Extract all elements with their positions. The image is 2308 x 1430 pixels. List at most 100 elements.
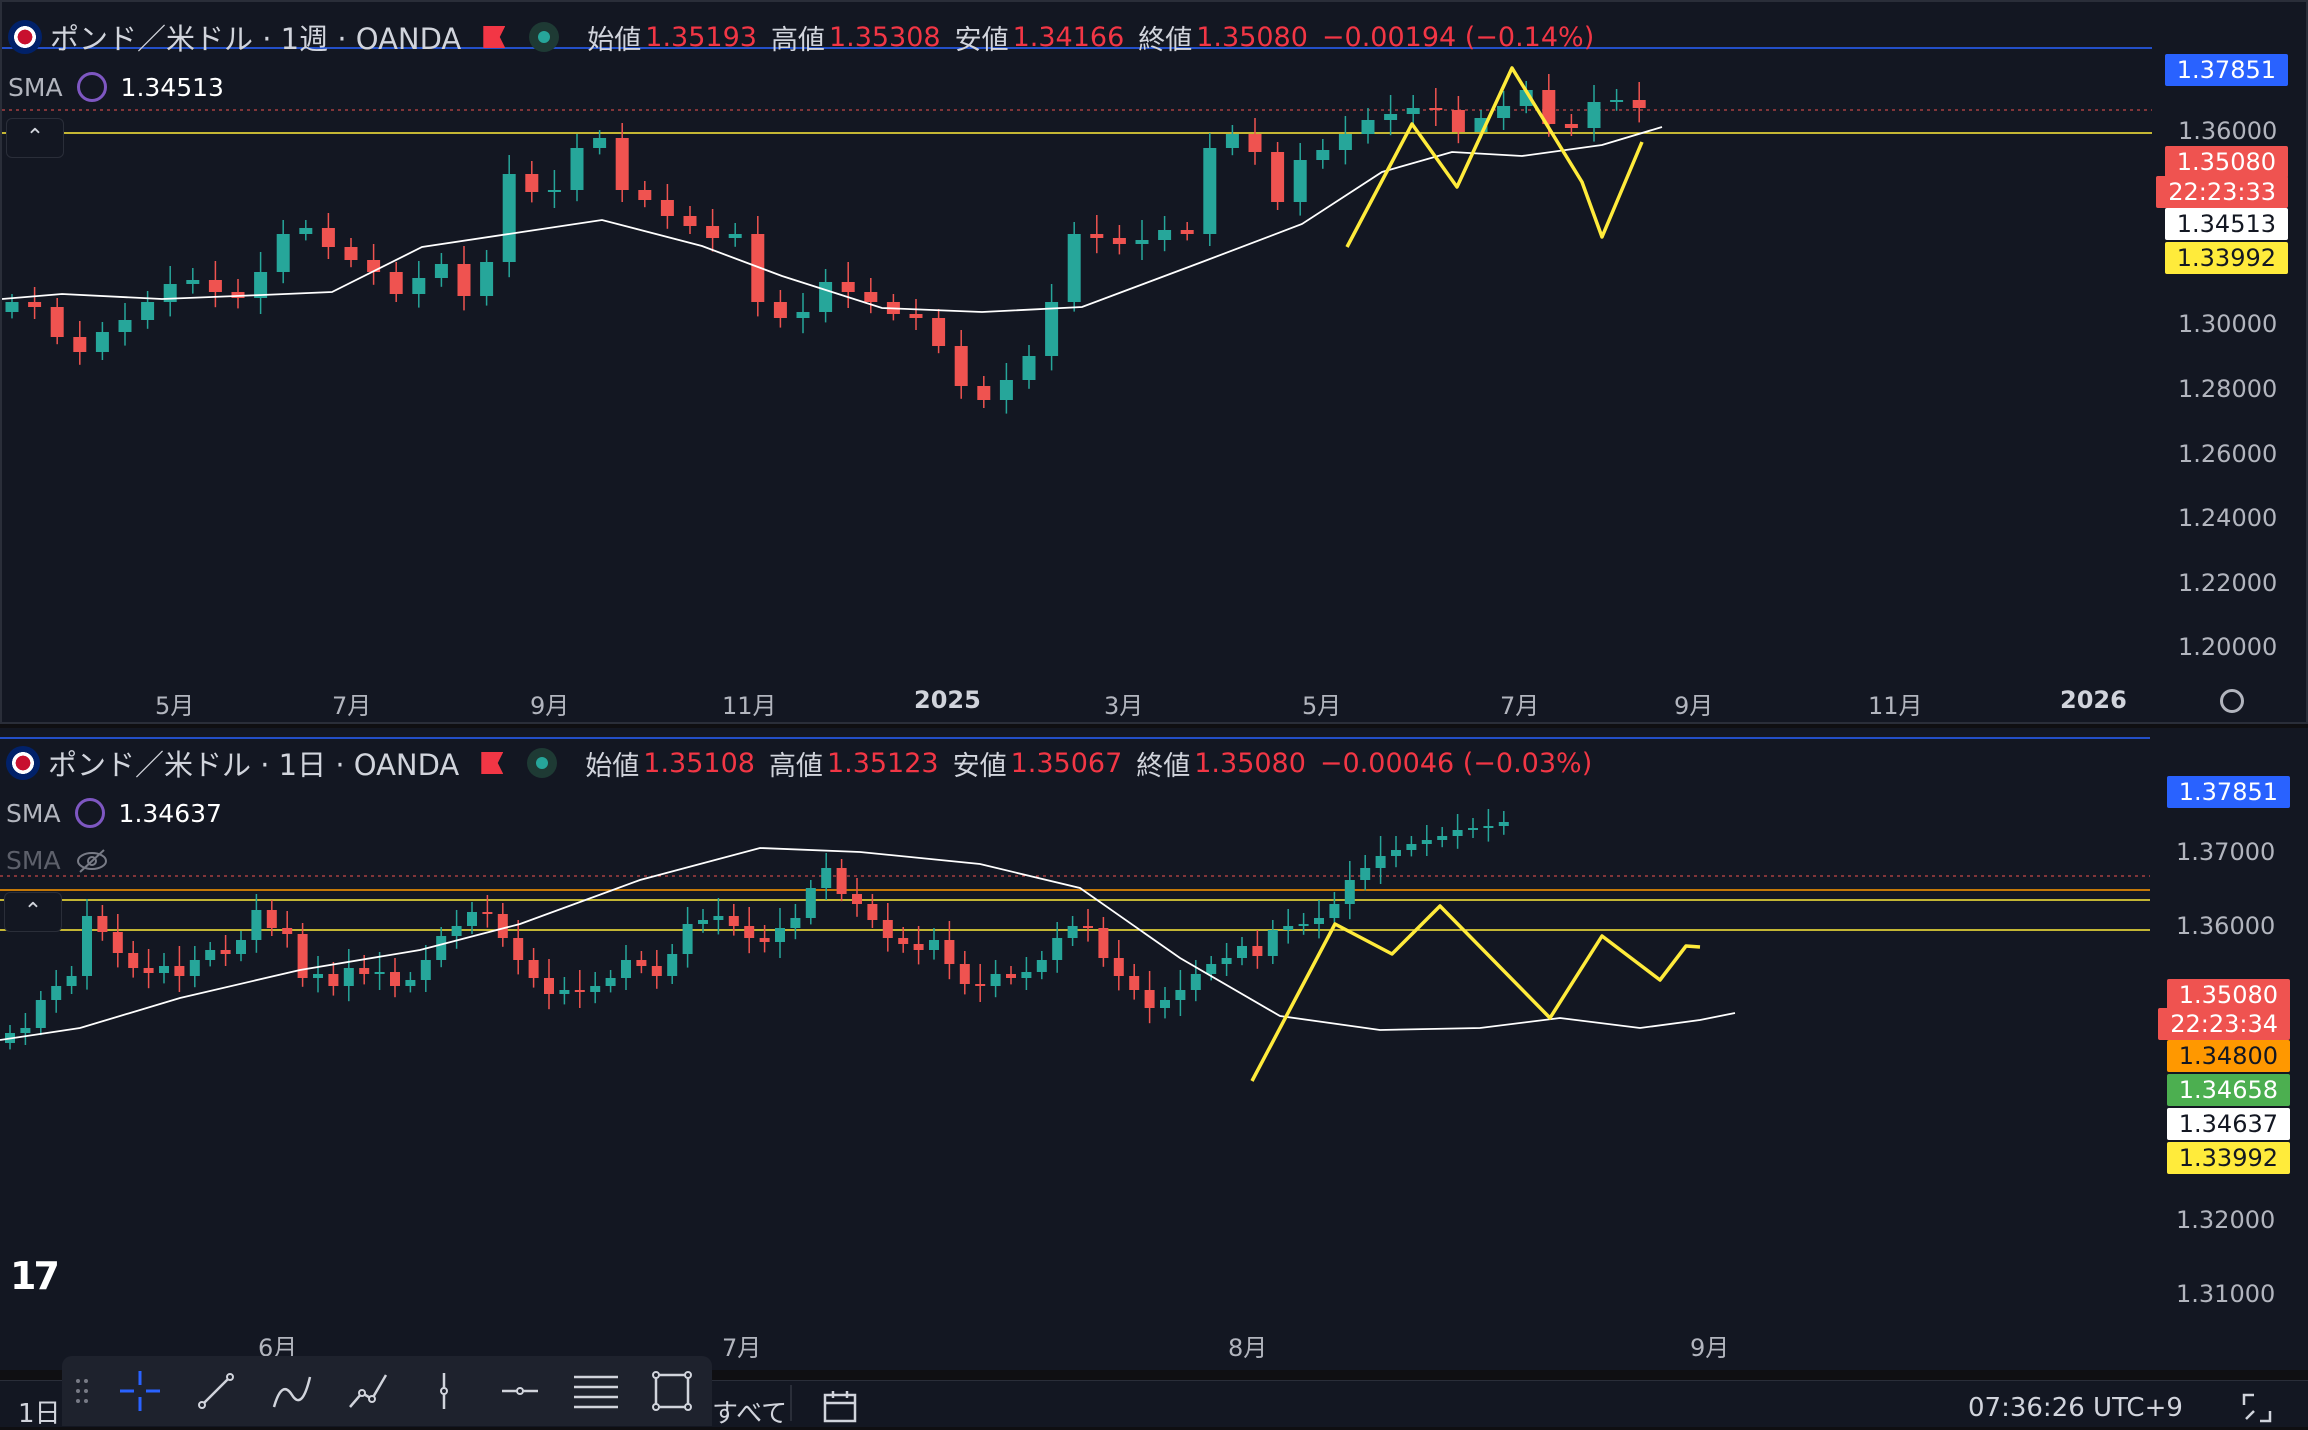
candle-body — [547, 190, 561, 192]
horizontal-ray-icon[interactable] — [482, 1361, 558, 1421]
candle-body — [544, 978, 554, 994]
sma-line — [0, 847, 1736, 1041]
candle-body — [1468, 828, 1478, 830]
weekly-sma-indicator[interactable]: SMA 1.34513 — [8, 72, 224, 102]
candle-body — [728, 234, 742, 238]
candle-body — [236, 940, 246, 954]
collapse-legend-button[interactable]: ⌃ — [4, 892, 62, 932]
open-label: 始値 — [585, 750, 640, 782]
candle-body — [1267, 930, 1278, 956]
eye-hidden-icon[interactable] — [75, 848, 109, 874]
collapse-legend-button[interactable]: ⌃ — [6, 118, 64, 158]
candle-body — [1452, 830, 1463, 836]
price-label-last: 1.35080 — [2164, 146, 2288, 178]
trend-line-icon[interactable] — [178, 1361, 254, 1421]
close-label: 終値 — [1138, 24, 1193, 56]
fullscreen-icon[interactable] — [2240, 1391, 2274, 1425]
candle-body — [773, 302, 787, 318]
divider — [790, 1385, 792, 1421]
candle-body — [1344, 880, 1355, 904]
weekly-symbol-title[interactable]: ポンド／米ドル · 1週 · OANDA — [50, 16, 461, 58]
drawing-toolbar[interactable] — [62, 1356, 712, 1426]
high-label: 高値 — [768, 750, 823, 782]
y-tick: 1.37000 — [2176, 838, 2276, 866]
x-tick: 9月 — [530, 692, 570, 720]
candle-body — [977, 386, 991, 400]
settings-icon[interactable] — [2220, 689, 2244, 713]
clock-display[interactable]: 07:36:26 UTC+9 — [1968, 1393, 2183, 1423]
weekly-price-chart[interactable] — [2, 2, 2308, 724]
candle-body — [159, 966, 169, 973]
x-tick: 8月 — [1228, 1334, 1268, 1362]
candle-body — [143, 968, 154, 973]
open-value: 1.35108 — [643, 747, 755, 779]
candle-body — [1052, 938, 1063, 960]
crosshair-icon[interactable] — [102, 1361, 178, 1421]
candle-body — [1360, 868, 1371, 880]
daily-sma-hidden-indicator[interactable]: SMA — [6, 846, 109, 875]
candle-body — [1067, 926, 1078, 938]
sma-label: SMA — [8, 72, 63, 102]
fib-icon[interactable] — [558, 1361, 634, 1421]
candle-body — [836, 868, 847, 894]
flag-marker-icon[interactable] — [483, 26, 506, 48]
range-all-button[interactable]: すべて — [712, 1393, 787, 1430]
price-label-sma: 1.34513 — [2164, 208, 2288, 240]
x-tick: 5月 — [1302, 692, 1342, 720]
candle-body — [954, 346, 968, 386]
candle-body — [412, 278, 426, 294]
weekly-chart-pane[interactable]: ポンド／米ドル · 1週 · OANDA 始値 1.35193 高値 1.35308… — [0, 0, 2308, 724]
vertical-line-icon[interactable] — [406, 1361, 482, 1421]
candle-body — [66, 976, 77, 986]
x-tick: 11月 — [722, 692, 777, 720]
candle-body — [1610, 100, 1624, 102]
candle-body — [1144, 990, 1155, 1008]
candle-body — [118, 320, 132, 332]
candle-body — [999, 380, 1013, 400]
candle-body — [1361, 120, 1375, 134]
y-tick: 1.32000 — [2176, 1206, 2276, 1234]
candle-body — [328, 974, 339, 986]
drag-handle-icon[interactable] — [62, 1361, 102, 1421]
candle-body — [959, 964, 970, 984]
curve-icon[interactable] — [254, 1361, 330, 1421]
daily-price-chart[interactable] — [0, 728, 2308, 1370]
candle-body — [50, 307, 64, 337]
candle-body — [389, 272, 403, 294]
candle-body — [95, 332, 109, 352]
low-label: 安値 — [954, 24, 1009, 56]
x-tick: 11月 — [1868, 692, 1923, 720]
candle-body — [343, 968, 354, 986]
candle-body — [867, 904, 878, 920]
x-tick: 9月 — [1674, 692, 1714, 720]
candle-body — [1338, 134, 1352, 150]
candle-body — [1098, 928, 1109, 958]
candle-body — [898, 938, 909, 944]
daily-chart-pane[interactable]: ポンド／米ドル · 1日 · OANDA 始値 1.35108 高値 1.35123… — [0, 728, 2308, 1370]
x-tick: 2026 — [2060, 686, 2127, 714]
candle-body — [525, 174, 539, 192]
candle-body — [605, 978, 616, 986]
daily-symbol-title[interactable]: ポンド／米ドル · 1日 · OANDA — [48, 742, 459, 784]
candle-body — [1406, 844, 1417, 850]
flag-marker-icon[interactable] — [481, 752, 504, 774]
high-value: 1.35123 — [826, 747, 939, 779]
calendar-goto-icon[interactable] — [822, 1389, 860, 1425]
price-label-blue-line: 1.37851 — [2166, 776, 2290, 808]
market-open-icon — [529, 22, 560, 52]
gbp-usd-flag-icon — [6, 746, 40, 780]
candle-body — [796, 312, 810, 318]
path-icon[interactable] — [330, 1361, 406, 1421]
candle-body — [20, 1028, 31, 1033]
candle-body — [1113, 958, 1124, 976]
high-value: 1.35308 — [828, 21, 941, 53]
high-label: 高値 — [770, 24, 825, 56]
interval-button[interactable]: 1日 — [18, 1393, 61, 1430]
rectangle-icon[interactable] — [634, 1361, 710, 1421]
x-tick: 7月 — [332, 692, 372, 720]
candle-body — [1083, 926, 1093, 928]
x-tick: 5月 — [155, 692, 195, 720]
candle-body — [434, 264, 448, 278]
candle-body — [1225, 134, 1239, 148]
daily-sma-indicator[interactable]: SMA 1.34637 — [6, 798, 222, 828]
